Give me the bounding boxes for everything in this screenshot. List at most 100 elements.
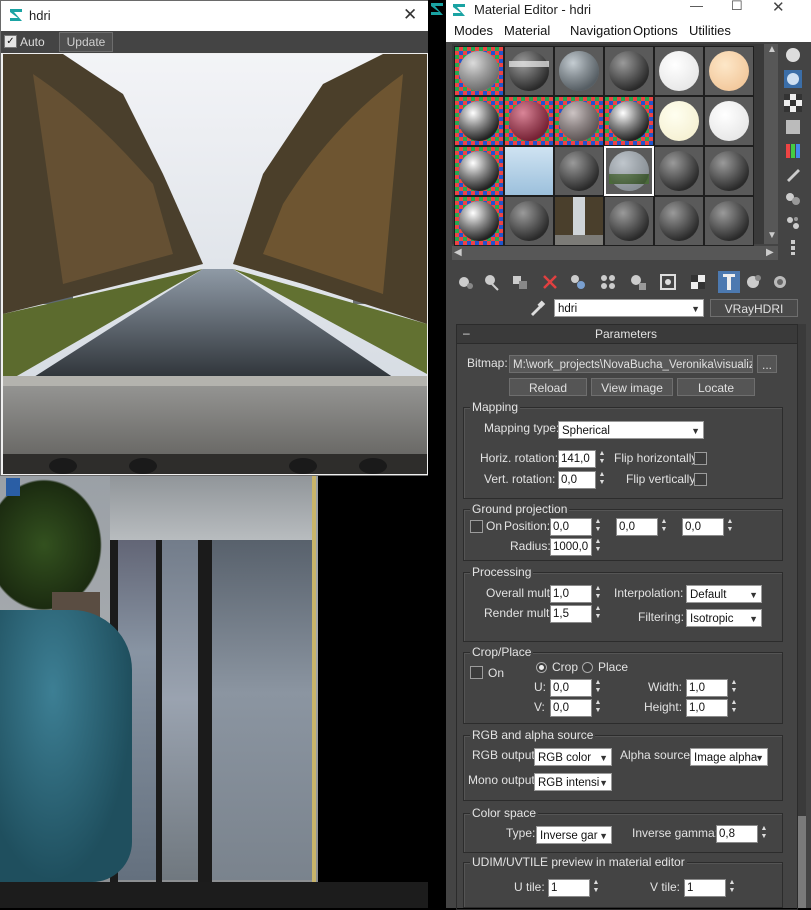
sample-sphere-icon[interactable] bbox=[784, 46, 802, 64]
spinner-arrows-icon[interactable]: ▲ ▼ bbox=[593, 538, 603, 556]
reload-button[interactable]: Reload bbox=[509, 378, 587, 396]
slots-horizontal-scrollbar[interactable]: ◀ ▶ bbox=[452, 246, 778, 260]
spinner-arrows-icon[interactable]: ▲ ▼ bbox=[729, 699, 739, 717]
material-slot-selected[interactable] bbox=[604, 146, 654, 196]
position-x-spinner[interactable]: 0,0 ▲ ▼ bbox=[550, 518, 604, 536]
material-slot[interactable] bbox=[654, 196, 704, 246]
menu-modes[interactable]: Modes bbox=[454, 23, 493, 38]
material-slot[interactable] bbox=[554, 96, 604, 146]
width-spinner[interactable]: 1,0 ▲ ▼ bbox=[686, 679, 740, 697]
material-slot[interactable] bbox=[504, 146, 554, 196]
overall-mult-value[interactable]: 1,0 bbox=[550, 585, 592, 603]
collapse-icon[interactable]: – bbox=[463, 326, 470, 340]
eyedropper-icon[interactable] bbox=[528, 299, 546, 317]
spinner-arrows-icon[interactable]: ▲ ▼ bbox=[593, 679, 603, 697]
flip-vertically-checkbox[interactable] bbox=[694, 473, 707, 486]
view-image-button[interactable]: View image bbox=[591, 378, 673, 396]
show-end-result-icon[interactable] bbox=[688, 272, 708, 292]
position-z-spinner[interactable]: 0,0 ▲ ▼ bbox=[682, 518, 736, 536]
rollout-scrollbar-thumb[interactable] bbox=[798, 816, 806, 908]
alpha-source-dropdown[interactable]: Image alpha ▼ bbox=[690, 748, 768, 766]
horiz-rotation-spinner[interactable]: 141,0 ▲ ▼ bbox=[558, 450, 608, 468]
height-spinner[interactable]: 1,0 ▲ ▼ bbox=[686, 699, 740, 717]
material-slot[interactable] bbox=[704, 96, 754, 146]
material-slot[interactable] bbox=[654, 46, 704, 96]
menu-navigation[interactable]: Navigation bbox=[570, 23, 631, 38]
spinner-arrows-icon[interactable]: ▲ ▼ bbox=[593, 518, 603, 536]
update-button[interactable]: Update bbox=[59, 32, 113, 52]
menu-material[interactable]: Material bbox=[504, 23, 550, 38]
material-name-dropdown[interactable]: hdri ▼ bbox=[554, 299, 704, 317]
spinner-arrows-icon[interactable]: ▲ ▼ bbox=[597, 450, 607, 468]
material-slot[interactable] bbox=[704, 46, 754, 96]
inverse-gamma-value[interactable]: 0,8 bbox=[716, 825, 758, 843]
spinner-arrows-icon[interactable]: ▲ ▼ bbox=[725, 518, 735, 536]
material-slot[interactable] bbox=[454, 96, 504, 146]
bitmap-path-field[interactable]: M:\work_projects\NovaBucha_Veronika\visu… bbox=[509, 355, 753, 373]
interpolation-dropdown[interactable]: Default ▼ bbox=[686, 585, 762, 603]
spinner-arrows-icon[interactable]: ▲ ▼ bbox=[759, 825, 769, 843]
navigator-icon[interactable] bbox=[770, 272, 790, 292]
spinner-arrows-icon[interactable]: ▲ ▼ bbox=[593, 605, 603, 623]
mono-output-dropdown[interactable]: RGB intensi ▼ bbox=[534, 773, 612, 791]
u-tile-value[interactable]: 1 bbox=[548, 879, 590, 897]
color-space-type-dropdown[interactable]: Inverse gar ▼ bbox=[536, 826, 612, 844]
parameters-rollout-header[interactable]: – Parameters bbox=[457, 325, 797, 344]
spinner-arrows-icon[interactable]: ▲ ▼ bbox=[659, 518, 669, 536]
scroll-up-icon[interactable]: ▲ bbox=[767, 44, 777, 55]
v-spinner[interactable]: 0,0 ▲ ▼ bbox=[550, 699, 604, 717]
width-value[interactable]: 1,0 bbox=[686, 679, 728, 697]
mapping-type-dropdown[interactable]: Spherical ▼ bbox=[558, 421, 704, 439]
material-slot[interactable] bbox=[554, 146, 604, 196]
horiz-rotation-value[interactable]: 141,0 bbox=[558, 450, 596, 468]
material-slot[interactable] bbox=[554, 196, 604, 246]
v-value[interactable]: 0,0 bbox=[550, 699, 592, 717]
filtering-dropdown[interactable]: Isotropic ▼ bbox=[686, 609, 762, 627]
sample-uv-tiling-icon[interactable] bbox=[784, 118, 802, 136]
spinner-arrows-icon[interactable]: ▲ ▼ bbox=[591, 879, 601, 897]
scroll-right-icon[interactable]: ▶ bbox=[766, 247, 774, 258]
position-y-value[interactable]: 0,0 bbox=[616, 518, 658, 536]
scroll-left-icon[interactable]: ◀ bbox=[454, 247, 462, 258]
maximize-icon[interactable]: ☐ bbox=[731, 0, 743, 14]
make-unique-icon[interactable] bbox=[568, 272, 588, 292]
put-material-icon[interactable] bbox=[480, 272, 500, 292]
material-slot[interactable] bbox=[454, 196, 504, 246]
u-spinner[interactable]: 0,0 ▲ ▼ bbox=[550, 679, 604, 697]
close-icon[interactable]: ✕ bbox=[772, 0, 785, 16]
material-slot[interactable] bbox=[454, 46, 504, 96]
go-forward-sibling-icon[interactable] bbox=[744, 272, 764, 292]
v-tile-value[interactable]: 1 bbox=[684, 879, 726, 897]
hdri-title-bar[interactable]: hdri ✕ bbox=[1, 1, 429, 31]
material-slot[interactable] bbox=[554, 46, 604, 96]
material-slot[interactable] bbox=[604, 46, 654, 96]
position-z-value[interactable]: 0,0 bbox=[682, 518, 724, 536]
u-value[interactable]: 0,0 bbox=[550, 679, 592, 697]
flip-horizontally-checkbox[interactable] bbox=[694, 452, 707, 465]
material-slot[interactable] bbox=[654, 96, 704, 146]
render-mult-value[interactable]: 1,5 bbox=[550, 605, 592, 623]
render-mult-spinner[interactable]: 1,5 ▲ ▼ bbox=[550, 605, 604, 623]
close-icon[interactable]: ✕ bbox=[403, 5, 417, 25]
menu-utilities[interactable]: Utilities bbox=[689, 23, 731, 38]
show-shaded-map-icon[interactable] bbox=[658, 272, 678, 292]
spinner-arrows-icon[interactable]: ▲ ▼ bbox=[727, 879, 737, 897]
auto-checkbox[interactable]: ✓ bbox=[4, 35, 17, 48]
minimize-icon[interactable]: — bbox=[690, 0, 703, 13]
radius-spinner[interactable]: 1000,0 ▲ ▼ bbox=[550, 538, 604, 556]
scroll-down-icon[interactable]: ▼ bbox=[767, 230, 777, 241]
options-icon[interactable] bbox=[784, 190, 802, 208]
spinner-arrows-icon[interactable]: ▲ ▼ bbox=[597, 471, 607, 489]
app-logo-icon[interactable] bbox=[430, 2, 444, 16]
material-slot[interactable] bbox=[654, 146, 704, 196]
material-slot[interactable] bbox=[454, 146, 504, 196]
material-slot[interactable] bbox=[504, 196, 554, 246]
ground-on-checkbox[interactable] bbox=[470, 520, 483, 533]
position-y-spinner[interactable]: 0,0 ▲ ▼ bbox=[616, 518, 670, 536]
spinner-arrows-icon[interactable]: ▲ ▼ bbox=[593, 699, 603, 717]
vert-rotation-spinner[interactable]: 0,0 ▲ ▼ bbox=[558, 471, 608, 489]
material-type-button[interactable]: VRayHDRI bbox=[710, 299, 798, 317]
material-editor-title-bar[interactable]: Material Editor - hdri — ☐ ✕ bbox=[446, 0, 811, 20]
crop-on-checkbox[interactable] bbox=[470, 666, 483, 679]
material-slot[interactable] bbox=[704, 146, 754, 196]
